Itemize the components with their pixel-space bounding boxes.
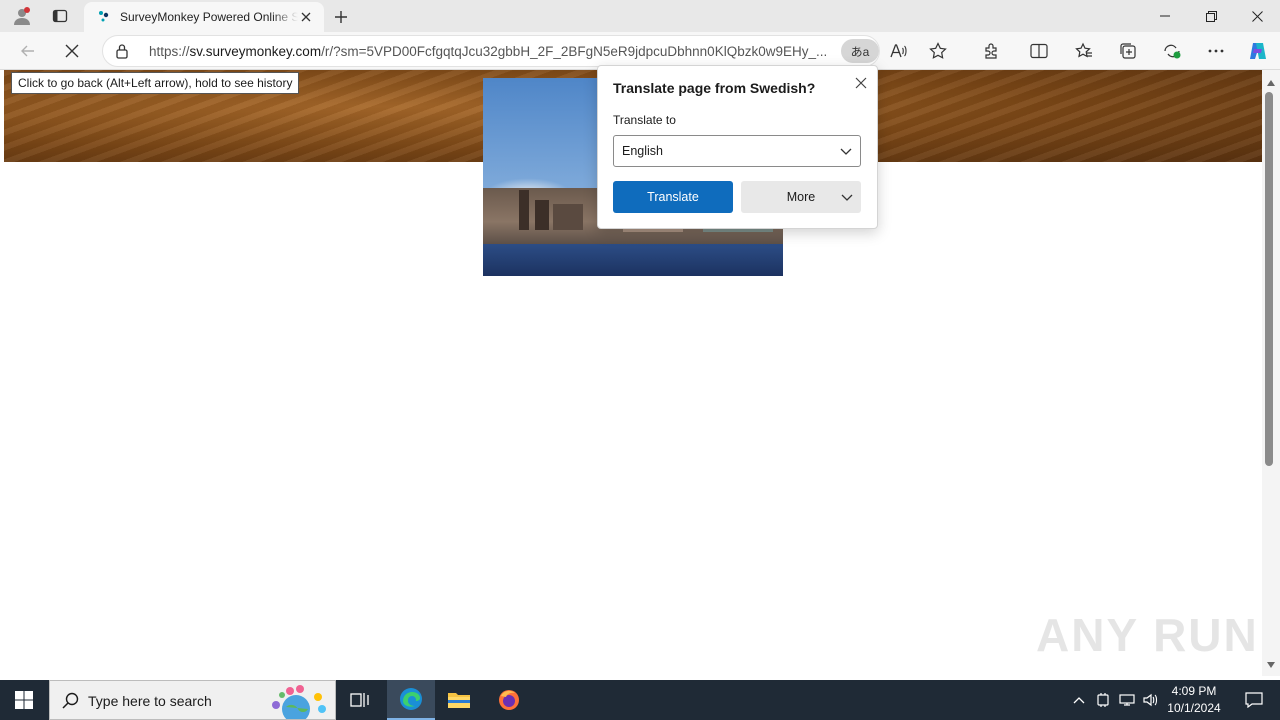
popup-title: Translate page from Swedish?: [613, 80, 816, 96]
more-button-label: More: [786, 190, 816, 204]
language-select[interactable]: English: [613, 135, 861, 167]
firefox-icon[interactable]: [485, 680, 533, 720]
device-icon[interactable]: [1092, 680, 1114, 720]
tab-surveymonkey[interactable]: SurveyMonkey Powered Online Survey: [84, 2, 324, 32]
translate-button[interactable]: Translate: [613, 181, 733, 213]
copilot-icon[interactable]: [1242, 35, 1274, 67]
clock-date: 10/1/2024: [1167, 701, 1221, 715]
translate-to-label: Translate to: [613, 113, 676, 127]
page-scrollbar[interactable]: [1262, 70, 1280, 676]
chevron-down-icon: [841, 191, 853, 206]
search-highlight-globe-icon: [260, 685, 332, 720]
search-icon: [62, 692, 79, 712]
profile-icon[interactable]: [4, 0, 40, 32]
close-tab-icon[interactable]: [298, 9, 314, 25]
windows-start-icon[interactable]: [0, 680, 48, 720]
tab-title: SurveyMonkey Powered Online Survey: [120, 10, 298, 24]
favorites-icon[interactable]: [1068, 35, 1100, 67]
back-button-tooltip: Click to go back (Alt+Left arrow), hold …: [11, 72, 300, 94]
windows-taskbar: Type here to search 4:09 PM 10/1/2024: [0, 680, 1280, 720]
url-host: sv.surveymonkey.com: [189, 44, 322, 59]
lock-icon[interactable]: [115, 43, 129, 62]
read-aloud-icon[interactable]: [882, 35, 914, 67]
browser-essentials-icon[interactable]: [1156, 35, 1188, 67]
more-button[interactable]: More: [741, 181, 861, 213]
scroll-thumb[interactable]: [1265, 92, 1273, 466]
scroll-down-arrow-icon[interactable]: [1266, 658, 1276, 672]
close-window-button[interactable]: [1234, 0, 1280, 32]
url-prefix: https://: [149, 44, 190, 59]
new-tab-button[interactable]: [328, 4, 354, 30]
notifications-icon[interactable]: [1234, 680, 1274, 720]
tab-actions-icon[interactable]: [42, 0, 78, 32]
scroll-up-arrow-icon[interactable]: [1266, 76, 1276, 90]
task-view-icon[interactable]: [336, 680, 384, 720]
split-screen-icon[interactable]: [1023, 35, 1055, 67]
back-button[interactable]: [12, 35, 44, 67]
extensions-icon[interactable]: [975, 35, 1007, 67]
show-hidden-icons-chevron-icon[interactable]: [1068, 680, 1090, 720]
language-select-value: English: [622, 144, 663, 158]
network-icon[interactable]: [1116, 680, 1138, 720]
taskbar-clock[interactable]: 4:09 PM 10/1/2024: [1160, 683, 1228, 717]
translate-popup: Translate page from Swedish? Translate t…: [597, 65, 878, 229]
close-popup-icon[interactable]: [852, 74, 870, 92]
url-path: /r/?sm=5VPD00FcfgqtqJcu32gbbH_2F_2BFgN5e…: [321, 44, 828, 59]
search-placeholder: Type here to search: [88, 693, 212, 709]
tab-bar: SurveyMonkey Powered Online Survey: [0, 0, 1280, 32]
address-bar[interactable]: https://sv.surveymonkey.com/r/?sm=5VPD00…: [102, 35, 880, 67]
favorite-star-icon[interactable]: [922, 35, 954, 67]
taskbar-search-box[interactable]: Type here to search: [49, 680, 336, 720]
chevron-down-icon: [840, 145, 852, 160]
minimize-button[interactable]: [1142, 0, 1188, 32]
surveymonkey-favicon-icon: [98, 9, 112, 26]
stop-loading-button[interactable]: [56, 35, 88, 67]
edge-taskbar-icon[interactable]: [387, 680, 435, 720]
anyrun-watermark: ANY RUN: [1036, 609, 1259, 661]
url-text[interactable]: https://sv.surveymonkey.com/r/?sm=5VPD00…: [149, 44, 839, 59]
restore-button[interactable]: [1188, 0, 1234, 32]
translate-icon[interactable]: あa: [841, 39, 879, 63]
clock-time: 4:09 PM: [1171, 684, 1217, 698]
more-menu-icon[interactable]: [1200, 35, 1232, 67]
file-explorer-icon[interactable]: [435, 680, 483, 720]
volume-icon[interactable]: [1140, 680, 1162, 720]
collections-icon[interactable]: [1112, 35, 1144, 67]
